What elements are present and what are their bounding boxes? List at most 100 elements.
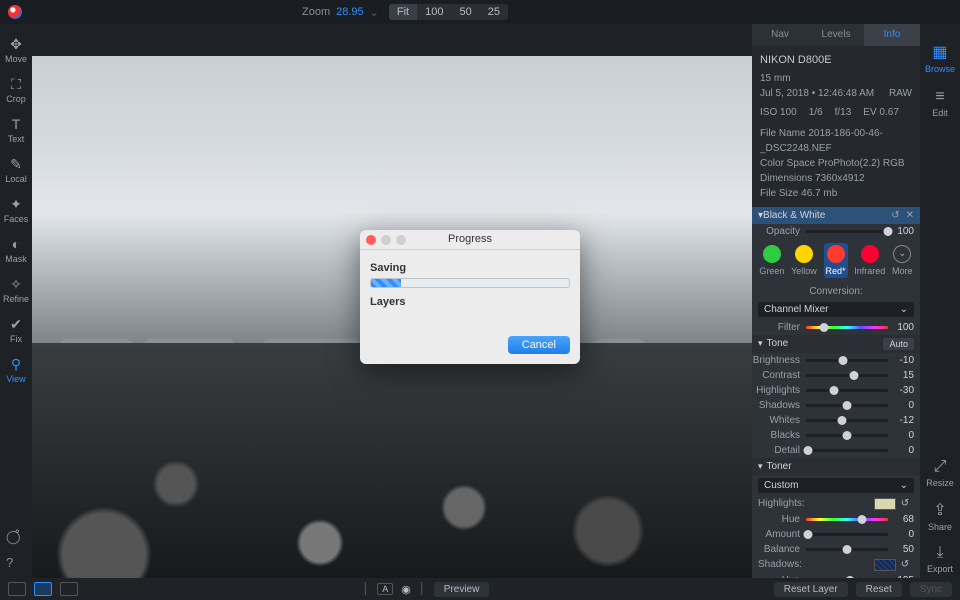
tool-faces[interactable]: ✦Faces [1,192,31,228]
bw-title: Black & White [763,210,885,221]
chip-yellow-label: Yellow [791,266,817,276]
tab-info[interactable]: Info [864,24,920,46]
toner-section[interactable]: ▾Toner [752,458,920,475]
reset-button[interactable]: Reset [856,582,902,597]
chip-green[interactable]: Green [759,245,784,278]
toggle-a-icon[interactable]: A [377,583,393,595]
magnifier-icon: ⚲ [11,356,21,372]
opacity-label: Opacity [752,226,806,237]
person-icon[interactable]: ◯̊ [6,529,21,545]
cancel-button[interactable]: Cancel [508,336,570,354]
chip-red[interactable]: Red* [824,243,848,278]
view-single-icon[interactable] [8,582,26,596]
tab-levels[interactable]: Levels [808,24,864,46]
contrast-slider[interactable] [806,374,888,377]
iso-value: ISO 100 [760,105,797,120]
hi-amount-slider[interactable] [806,533,888,536]
contrast-value: 15 [888,370,914,381]
shadows-value: 0 [888,400,914,411]
opacity-slider[interactable] [806,230,888,233]
view-split-icon[interactable] [34,582,52,596]
crop-icon: ⛶ [11,76,21,92]
zoom-50-button[interactable]: 50 [451,4,479,20]
hi-balance-value: 50 [888,544,914,555]
divider: │ [419,583,426,595]
help-icon[interactable]: ? [6,555,21,570]
right-panel: Nav Levels Info NIKON D800E 15 mm Jul 5,… [752,24,920,578]
zoom-value[interactable]: 28.95 [336,6,364,18]
saving-label: Saving [370,262,570,274]
rail-edit[interactable]: ≡Edit [932,88,948,118]
filter-slider[interactable] [806,326,888,329]
hi-reset-icon[interactable]: ↺ [896,498,914,509]
share-icon: ⇪ [933,500,946,520]
highlights-slider[interactable] [806,389,888,392]
tab-nav[interactable]: Nav [752,24,808,46]
zoom-chevron-icon[interactable]: ⌄ [370,6,379,19]
text-icon: T [12,116,21,132]
filesize-value: 46.7 mb [801,188,837,199]
tone-label: Tone [767,338,789,349]
bw-header[interactable]: ▾ Black & White ↺ ✕ [752,207,920,224]
tool-text[interactable]: T Text [1,112,31,148]
shadows-label: Shadows [752,400,806,411]
tool-mask[interactable]: ◐Mask [1,232,31,268]
chip-yellow[interactable]: Yellow [791,245,817,278]
chip-infrared[interactable]: Infrared [854,245,885,278]
info-box: NIKON D800E 15 mm Jul 5, 2018 • 12:46:48… [752,46,920,207]
detail-slider[interactable] [806,449,888,452]
conversion-select[interactable]: Channel Mixer⌄ [758,302,914,317]
zoom-fit-button[interactable]: Fit [389,4,417,20]
detail-value: 0 [888,445,914,456]
zoom-100-button[interactable]: 100 [417,4,451,20]
dimensions-value: 7360x4912 [815,173,865,184]
toner-preset-select[interactable]: Custom⌄ [758,478,914,493]
tool-fix[interactable]: ✔Fix [1,312,31,348]
filter-chips: Green Yellow Red* Infrared ⌄More [752,239,920,284]
tool-refine-label: Refine [3,294,29,304]
tone-section[interactable]: ▾ToneAuto [752,335,920,353]
preview-button[interactable]: Preview [434,582,490,597]
sync-button[interactable]: Sync [910,582,952,597]
hi-swatch[interactable] [874,498,896,510]
tool-view-label: View [6,374,25,384]
tool-local[interactable]: ✎Local [1,152,31,188]
whites-slider[interactable] [806,419,888,422]
faces-icon: ✦ [10,196,22,212]
sh-swatch[interactable] [874,559,896,571]
rail-browse[interactable]: ▦Browse [925,42,955,74]
hi-balance-label: Balance [752,544,806,555]
bw-reset-icon[interactable]: ↺ [891,210,899,221]
auto-button[interactable]: Auto [883,338,914,350]
tool-view[interactable]: ⚲ View [1,352,31,388]
hi-amount-label: Amount [752,529,806,540]
view-compare-icon[interactable] [60,582,78,596]
filter-label: Filter [752,322,806,333]
circle-icon[interactable]: ◉ [401,583,411,596]
rail-share[interactable]: ⇪Share [928,500,952,532]
rail-export[interactable]: ⤓Export [927,544,953,574]
tool-crop-label: Crop [6,94,26,104]
tool-text-label: Text [8,134,25,144]
export-icon: ⤓ [936,544,943,562]
blacks-slider[interactable] [806,434,888,437]
contrast-row: Contrast15 [752,368,920,383]
camera-model: NIKON D800E [760,52,912,69]
tool-refine[interactable]: ✧Refine [1,272,31,308]
brightness-slider[interactable] [806,359,888,362]
bw-close-icon[interactable]: ✕ [906,210,914,221]
tool-move[interactable]: ✥Move [1,32,31,68]
sh-reset-icon[interactable]: ↺ [896,559,914,570]
hi-balance-slider[interactable] [806,548,888,551]
rail-resize[interactable]: ⤢Resize [926,458,954,488]
shadows-slider[interactable] [806,404,888,407]
tool-crop[interactable]: ⛶ Crop [1,72,31,108]
hi-hue-slider[interactable] [806,518,888,521]
chip-more[interactable]: ⌄More [892,245,913,278]
opacity-row: Opacity 100 [752,224,920,239]
conversion-value: Channel Mixer [764,304,828,315]
browse-icon: ▦ [932,42,947,62]
layers-label: Layers [370,296,570,308]
reset-layer-button[interactable]: Reset Layer [774,582,848,597]
zoom-25-button[interactable]: 25 [480,4,508,20]
